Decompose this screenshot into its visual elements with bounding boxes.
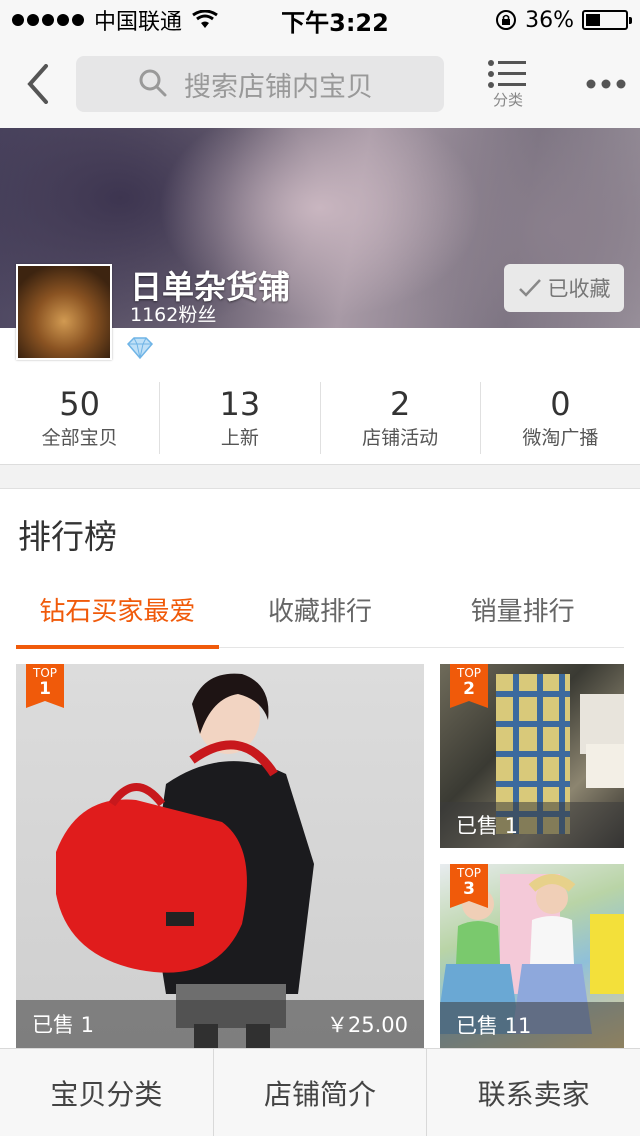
- diamond-icon: [126, 337, 154, 360]
- back-button[interactable]: [0, 40, 76, 128]
- tab-sales-rank[interactable]: 销量排行: [421, 572, 624, 647]
- search-icon: [139, 69, 167, 97]
- product-info-bar: 已售 1: [440, 802, 624, 848]
- stat-label: 店铺活动: [362, 427, 439, 449]
- ranking-tabs: 钻石买家最爱 收藏排行 销量排行: [16, 572, 624, 649]
- shop-intro-button[interactable]: 店铺简介: [214, 1049, 428, 1136]
- tab-favorites-rank[interactable]: 收藏排行: [219, 572, 422, 647]
- stat-label: 全部宝贝: [41, 427, 118, 449]
- sold-count: 已售 11: [456, 1014, 532, 1038]
- stat-value: 13: [219, 385, 261, 423]
- status-time: 下午3:22: [281, 8, 389, 37]
- rank-number: 2: [463, 679, 475, 699]
- shop-stats: 50 全部宝贝 13 上新 2 店铺活动 0 微淘广播: [0, 382, 640, 454]
- stat-value: 2: [389, 385, 411, 423]
- product-image: [56, 673, 314, 1048]
- stat-label: 上新: [220, 427, 259, 449]
- bottom-bar: 宝贝分类 店铺简介 联系卖家: [0, 1048, 640, 1136]
- product-info-bar: 已售 11: [440, 1002, 624, 1048]
- shop-logo[interactable]: [16, 264, 112, 360]
- stat-broadcast[interactable]: 0 微淘广播: [481, 382, 640, 454]
- category-label: 分类: [492, 90, 523, 109]
- tab-diamond-favorites[interactable]: 钻石买家最爱: [16, 572, 219, 649]
- product-card-top3[interactable]: TOP 3 已售 11: [440, 864, 624, 1048]
- stat-all-items[interactable]: 50 全部宝贝: [0, 382, 161, 454]
- list-icon: [488, 59, 526, 88]
- stat-value: 0: [550, 385, 571, 423]
- sold-count: 已售 1: [32, 1013, 95, 1037]
- product-card-top1[interactable]: TOP 1 已售 1 ￥25.00: [16, 664, 424, 1048]
- check-icon: [518, 279, 541, 297]
- contact-seller-button[interactable]: 联系卖家: [427, 1049, 640, 1136]
- stat-value: 50: [59, 385, 100, 423]
- stat-shop-events[interactable]: 2 店铺活动: [321, 382, 481, 454]
- battery-percent: 36%: [525, 7, 574, 33]
- more-button[interactable]: [572, 40, 640, 128]
- product-card-top2[interactable]: TOP 2 已售 1: [440, 664, 624, 848]
- stat-new-items[interactable]: 13 上新: [160, 382, 321, 454]
- rotation-lock-icon: [496, 10, 517, 30]
- chevron-left-icon: [27, 64, 48, 104]
- rank-number: 1: [39, 679, 51, 699]
- item-categories-button[interactable]: 宝贝分类: [0, 1049, 214, 1136]
- ranking-title: 排行榜: [18, 517, 117, 556]
- favorite-button[interactable]: 已收藏: [504, 264, 624, 312]
- top-label: TOP: [456, 866, 481, 880]
- stat-label: 微淘广播: [522, 427, 599, 449]
- search-placeholder: 搜索店铺内宝贝: [184, 71, 373, 103]
- signal-icon: [12, 14, 84, 26]
- divider: [0, 464, 640, 465]
- shop-fans: 1162粉丝: [130, 304, 217, 326]
- wifi-icon: [192, 10, 218, 28]
- carrier-label: 中国联通: [94, 10, 183, 35]
- battery-icon: [582, 10, 632, 30]
- rank-number: 3: [463, 879, 475, 899]
- product-price: ￥25.00: [326, 1013, 408, 1037]
- search-input[interactable]: 搜索店铺内宝贝: [76, 56, 444, 112]
- category-button[interactable]: 分类: [444, 40, 572, 128]
- status-bar: 中国联通 下午3:22 36%: [0, 0, 640, 40]
- more-dots-icon: [586, 79, 626, 89]
- favorite-label: 已收藏: [547, 277, 611, 301]
- top-label: TOP: [456, 666, 481, 680]
- product-info-bar: 已售 1 ￥25.00: [16, 1000, 424, 1048]
- nav-bar: 搜索店铺内宝贝 分类: [0, 40, 640, 128]
- sold-count: 已售 1: [456, 814, 519, 838]
- top-label: TOP: [32, 666, 57, 680]
